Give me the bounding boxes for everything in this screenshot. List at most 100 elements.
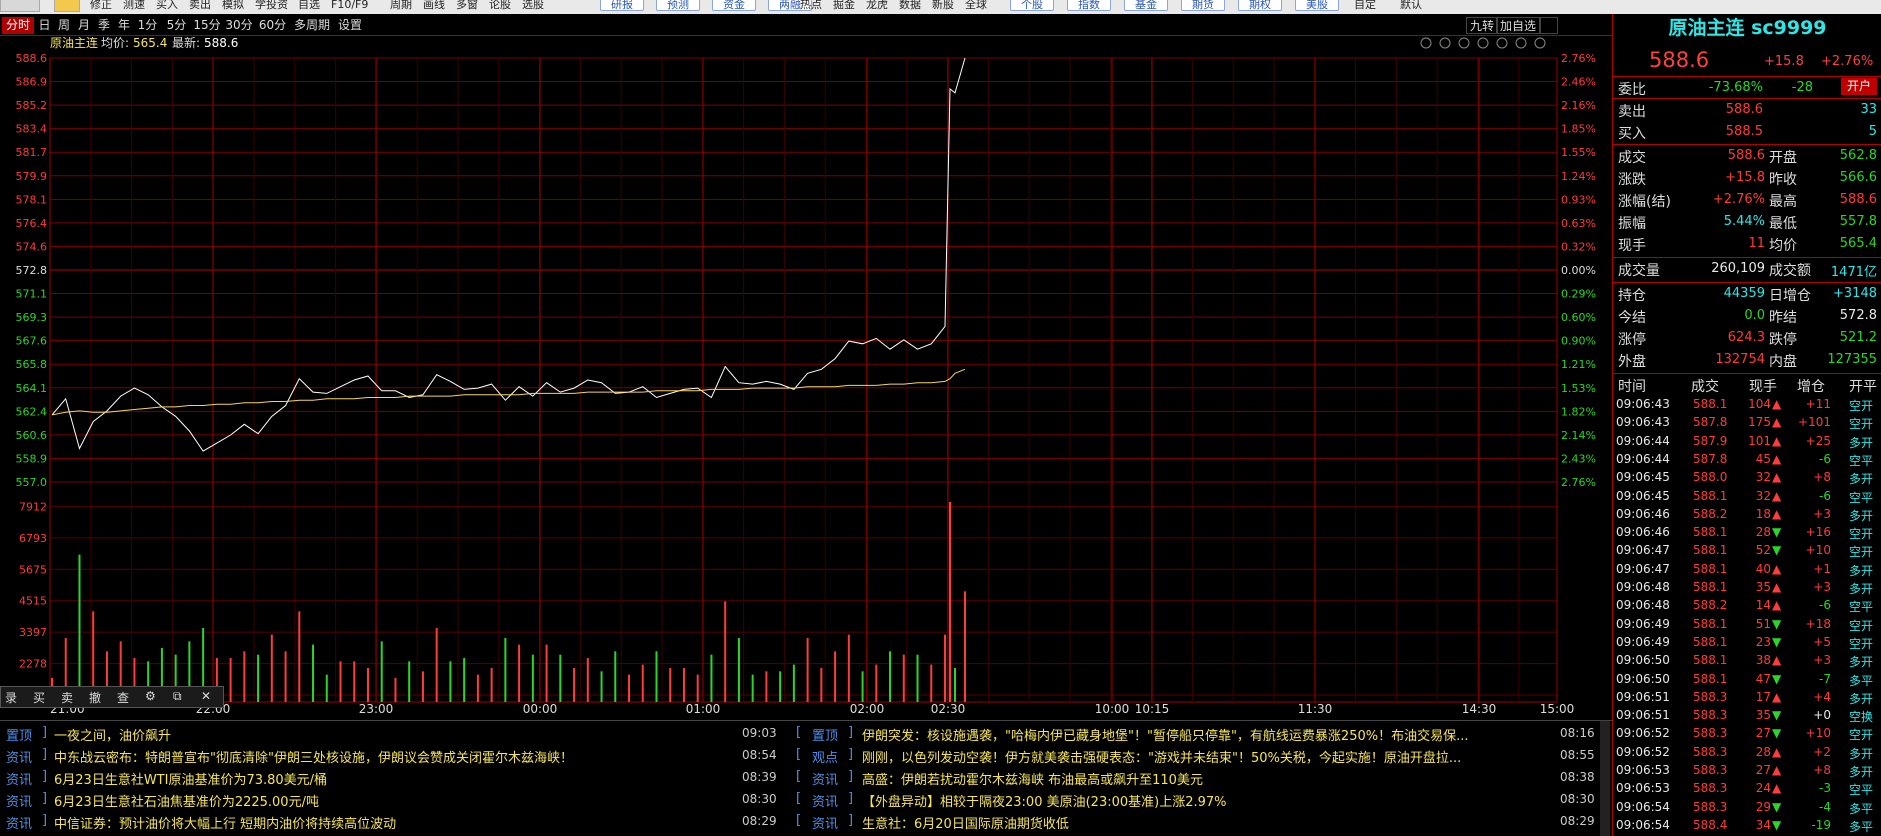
expand-icon[interactable] [1540,17,1558,34]
volume-bar [353,661,356,702]
news-item[interactable]: 资讯] 中东战云密布：特朗普宣布"彻底清除"伊朗三处核设施，伊朗议会赞成关闭霍尔木… [6,747,786,767]
news-item[interactable]: 置顶] 一夜之间，油价飙升 09:03 [6,725,786,745]
period-tab[interactable]: 月 [75,17,93,34]
news-item[interactable]: [资讯] 高盛：伊朗若扰动霍尔木兹海峡 布油最高或飙升至110美元 08:38 [796,769,1604,789]
nine-turn-button[interactable]: 九转 [1466,17,1499,34]
toolbar-button[interactable]: 期货 [1181,0,1225,11]
toolbar-item[interactable]: 选股 [522,0,544,12]
intraday-chart[interactable]: 原油主连 均价: 565.4 最新: 588.6 588.6 2.76% 586.9 2.46%… [0,37,1612,720]
add-watchlist-button[interactable]: 加自选 [1496,17,1541,34]
toolbar-item[interactable]: F10/F9 [331,0,368,12]
arrow-up-icon: ▲ [1772,488,1782,503]
toolbar-item[interactable]: 自选 [298,0,320,12]
news-item[interactable]: [置顶] 伊朗突发：核设施遇袭，"哈梅内伊已藏身地堡"！"暂停船只停靠"，有航线运… [796,725,1604,745]
tick-volume: 27 [1755,763,1771,777]
zoom-in-icon[interactable] [1515,37,1527,49]
period-tab[interactable]: 设置 [335,17,365,34]
toolbar-item[interactable]: 画线 [423,0,445,12]
period-tab[interactable]: 多周期 [291,17,333,34]
news-item[interactable]: [资讯] 【外盘异动】相较于隔夜23:00 美原油(23:00基准)上涨2.97%… [796,791,1604,811]
period-tab[interactable]: 周 [55,17,73,34]
toolbar-button[interactable]: 资金 [712,0,756,11]
back-icon[interactable] [0,0,40,12]
cancel-order-button[interactable]: 撤 [89,689,101,706]
time-label: 10:15 [1135,702,1170,716]
volume-tick-label: 7912 [19,500,47,513]
eye-icon[interactable] [1458,37,1470,49]
news-item[interactable]: [观点] 刚刚，以色列发动空袭！伊方就美袭击强硬表态："游戏并未结束"！50%关税… [796,747,1604,767]
news-item[interactable]: 资讯] 6月23日生意社石油焦基准价为2225.00元/吨 08:30 [6,791,786,811]
toolbar-item[interactable]: 自定 [1354,0,1376,12]
settings-icon[interactable]: ⚙ [145,689,156,703]
last-price: 588.6 [1649,48,1710,72]
period-tab[interactable]: 5分 [163,17,190,34]
period-tab[interactable]: 1分 [134,17,161,34]
toolbar-item[interactable]: 掘金 [833,0,855,12]
price-tick-label: 572.8 [16,264,48,277]
news-item[interactable]: 资讯] 6月23日生意社WTI原油基准价为73.80美元/桶 08:39 [6,769,786,789]
trash-icon[interactable] [1496,37,1508,49]
ticks-header-2: 现手 [1749,379,1777,395]
settings-icon[interactable] [1420,37,1432,49]
sell-button[interactable]: 卖 [61,689,73,706]
period-tab[interactable]: 15分 [192,17,222,34]
window-icon[interactable]: ⧉ [173,689,182,704]
toolbar-item[interactable]: 热点 [800,0,822,12]
toolbar-item[interactable]: 测速 [123,0,145,12]
open-account-button[interactable]: 开户 [1841,78,1877,95]
period-tab[interactable]: 60分 [256,17,289,34]
period-tab[interactable]: 季 [95,17,113,34]
toolbar-item[interactable]: 模拟 [222,0,244,12]
news-time: 08:29 [1560,814,1595,828]
toolbar-button[interactable]: 研报 [600,0,644,11]
toolbar-button[interactable]: 美股 [1295,0,1339,11]
tick-volume: 23 [1755,634,1771,649]
toolbar-item[interactable]: 学投资 [255,0,288,12]
tick-volume: 45 [1755,451,1771,466]
lock-icon[interactable] [1477,37,1489,49]
tick-time: 09:06:50 [1616,653,1670,668]
toolbar-button[interactable]: 指数 [1067,0,1111,11]
query-button[interactable]: 查 [117,689,129,706]
toolbar-button[interactable]: 个股 [1010,0,1054,11]
toolbar-item[interactable]: 龙虎 [866,0,888,12]
toolbar-item[interactable]: 卖出 [189,0,211,12]
toolbar-item[interactable]: 论股 [489,0,511,12]
toolbar-button[interactable]: 期权 [1238,0,1282,11]
scrollbar[interactable] [1600,721,1610,836]
toolbar-item[interactable]: 全球 [965,0,987,12]
volume-bar [964,591,966,702]
price-tick-label: 558.9 [16,452,48,465]
pen-icon[interactable] [1439,37,1451,49]
toolbar-item[interactable]: 周期 [390,0,412,12]
weibi-value: -73.68% [1708,80,1763,95]
close-icon[interactable]: ✕ [201,689,211,703]
price-change-pct: +2.76% [1821,54,1874,69]
toolbar-item[interactable]: 默认 [1400,0,1422,12]
period-tab[interactable]: 年 [115,17,133,34]
period-tab[interactable]: 日 [36,17,53,34]
record-button[interactable]: 录 [5,689,17,706]
zoom-out-icon[interactable] [1534,37,1546,49]
tick-volume: 14 [1755,598,1771,613]
tick-volume: 24 [1755,781,1771,796]
toolbar-item[interactable]: 多窗 [456,0,478,12]
tick-price: 588.1 [1693,543,1728,558]
tick-volume: 32 [1755,470,1771,485]
buy-button[interactable]: 买 [33,689,45,706]
toolbar-item[interactable]: 数据 [899,0,921,12]
dropdown-icon[interactable] [54,0,80,12]
toolbar-button[interactable]: 基金 [1124,0,1168,11]
period-tab[interactable]: 30分 [224,17,254,34]
toolbar-button[interactable]: 预测 [656,0,700,11]
toolbar-item[interactable]: 买入 [156,0,178,12]
toolbar-item[interactable]: 新股 [932,0,954,12]
stat-value: 557.8 [1839,214,1877,229]
period-tab[interactable]: 分时 [2,17,34,34]
volume-bar [916,654,919,702]
news-item[interactable]: [资讯] 生意社：6月20日国际原油期货收低 08:29 [796,813,1604,833]
arrow-up-icon: ▲ [1772,451,1782,466]
toolbar-item[interactable]: 修正 [90,0,112,12]
news-item[interactable]: 资讯] 中信证券：预计油价将大幅上行 短期内油价将持续高位波动 08:29 [6,813,786,833]
volume-bar [765,671,768,702]
